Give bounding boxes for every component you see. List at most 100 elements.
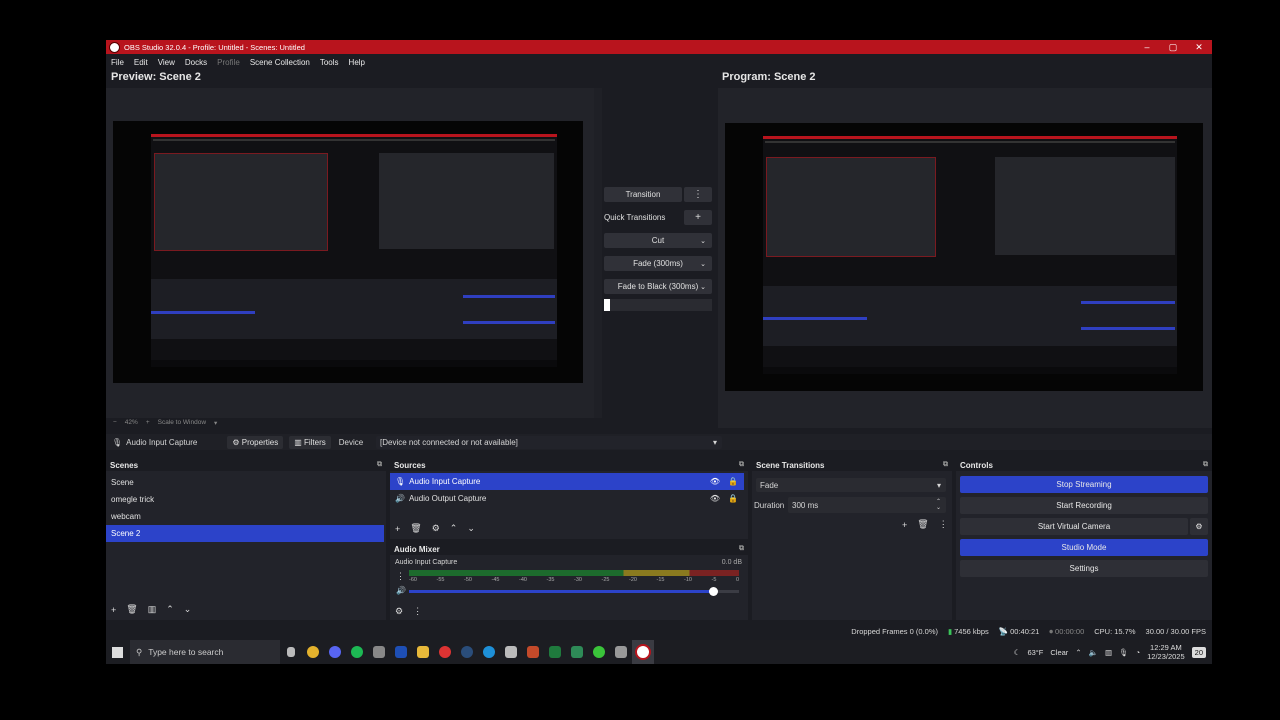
spotify-icon[interactable] [346,640,368,664]
fade-label: Fade (300ms) [633,259,683,268]
minimize-icon[interactable]: – [1134,42,1160,52]
app-icon[interactable] [500,640,522,664]
scene-item[interactable]: webcam [106,508,386,525]
transition-button[interactable]: Transition [604,187,682,202]
eye-icon[interactable]: 👁 [710,494,720,503]
popout-icon[interactable]: ⧉ [1203,461,1208,469]
scale-select[interactable]: Scale to Window [158,419,206,427]
chevron-down-icon: ⌄ [700,283,706,291]
stepper-icon[interactable]: ⌃ ⌄ [936,499,941,511]
move-down-icon[interactable]: ⌄ [184,604,192,615]
settings-button[interactable]: Settings [960,560,1208,577]
eye-icon[interactable]: 👁 [710,477,720,486]
device-select[interactable]: [Device not connected or not available] … [376,435,722,449]
gear-icon[interactable]: ⚙ [1190,518,1208,535]
app-icon[interactable] [368,640,390,664]
obs-taskbar-icon[interactable] [632,640,654,664]
menu-file[interactable]: File [111,58,124,67]
start-recording-button[interactable]: Start Recording [960,497,1208,514]
menu-scene-collection[interactable]: Scene Collection [250,58,310,67]
scene-item[interactable]: Scene [106,474,386,491]
scene-item[interactable]: omegle trick [106,491,386,508]
microphone-icon[interactable]: 🎙 [1119,648,1129,657]
volume-slider[interactable] [409,587,739,596]
popout-icon[interactable]: ⧉ [943,461,948,469]
windows-start-icon[interactable] [106,640,128,664]
add-source-icon[interactable]: + [395,524,400,534]
app-icon[interactable] [390,640,412,664]
cut-button[interactable]: Cut ⌄ [604,233,712,248]
app-icon[interactable] [566,640,588,664]
scene-item-selected[interactable]: Scene 2 [106,525,384,542]
app-icon[interactable] [610,640,632,664]
chevron-down-icon[interactable]: ▾ [214,419,217,427]
network-icon[interactable]: ▥ [1105,648,1112,657]
add-scene-icon[interactable]: + [111,605,116,615]
preview-canvas[interactable] [106,88,594,418]
menu-tools[interactable]: Tools [320,58,339,67]
menu-view[interactable]: View [158,58,175,67]
wifi-icon[interactable]: ◔ [1136,648,1141,657]
zoom-in-icon[interactable]: + [146,419,150,427]
app-icon[interactable] [588,640,610,664]
taskbar-search[interactable]: ⚲ Type here to search [130,640,280,664]
t-bar-slider[interactable] [604,299,712,311]
scene-filters-icon[interactable]: ▥ [148,604,157,615]
popout-icon[interactable]: ⧉ [739,461,744,469]
maximize-icon[interactable]: ▢ [1160,42,1186,53]
popout-icon[interactable]: ⧉ [739,545,744,553]
speaker-icon[interactable]: 🔈 [1089,648,1098,657]
studio-mode-button[interactable]: Studio Mode [960,539,1208,556]
mixer-menu-icon[interactable]: ⋮ [413,606,422,617]
filters-button[interactable]: ▥ Filters [289,435,331,449]
add-transition-icon[interactable]: + [902,520,907,530]
app-icon[interactable] [522,640,544,664]
lock-icon[interactable]: 🔒 [728,494,738,503]
duration-input[interactable]: 300 ms ⌃ ⌄ [788,497,946,513]
chrome-icon[interactable] [302,640,324,664]
move-down-icon[interactable]: ⌄ [467,523,475,534]
discord-icon[interactable] [324,640,346,664]
source-item[interactable]: 🔊 Audio Output Capture 👁 🔒 [390,490,748,507]
t-bar-handle[interactable] [604,299,610,311]
app-icon[interactable] [434,640,456,664]
app-icon[interactable] [478,640,500,664]
remove-scene-icon[interactable]: 🗑 [126,604,137,615]
task-view-icon[interactable] [280,640,302,664]
mixer-menu-icon[interactable]: ⋮ [396,571,405,582]
transition-menu-icon[interactable]: ⋮ [684,187,712,202]
move-up-icon[interactable]: ⌃ [450,523,458,534]
move-up-icon[interactable]: ⌃ [166,604,174,615]
zoom-out-icon[interactable]: − [113,419,117,427]
transition-type-select[interactable]: Fade ▾ [756,478,946,492]
menu-edit[interactable]: Edit [134,58,148,67]
source-item-selected[interactable]: 🎙 Audio Input Capture 👁 🔒 [390,473,744,490]
excel-icon[interactable] [544,640,566,664]
fade-to-black-button[interactable]: Fade to Black (300ms) ⌄ [604,279,712,294]
file-explorer-icon[interactable] [412,640,434,664]
close-icon[interactable]: ✕ [1186,42,1212,53]
weather-icon[interactable]: ☾ [1014,648,1021,657]
steam-icon[interactable] [456,640,478,664]
program-canvas [718,88,1212,428]
clock[interactable]: 12:29 AM 12/23/2025 [1147,643,1185,661]
start-virtual-camera-button[interactable]: Start Virtual Camera [960,518,1188,535]
stop-streaming-button[interactable]: Stop Streaming [960,476,1208,493]
fade-button[interactable]: Fade (300ms) ⌄ [604,256,712,271]
notification-icon[interactable]: 20 [1191,646,1206,658]
source-properties-icon[interactable]: ⚙ [432,523,440,534]
lock-icon[interactable]: 🔒 [728,477,738,486]
mixer-advanced-icon[interactable]: ⚙ [395,606,403,617]
remove-source-icon[interactable]: 🗑 [410,523,421,534]
remove-transition-icon[interactable]: 🗑 [917,519,928,530]
chevron-up-icon[interactable]: ⌃ [1075,648,1081,657]
speaker-icon[interactable]: 🔊 [396,586,406,595]
add-quick-transition-icon[interactable]: + [684,210,712,225]
transition-menu-icon[interactable]: ⋮ [939,519,948,530]
popout-icon[interactable]: ⧉ [377,461,382,469]
menu-profile[interactable]: Profile [217,58,240,67]
properties-button[interactable]: ⚙ Properties [227,435,284,449]
menu-help[interactable]: Help [349,58,365,67]
menu-docks[interactable]: Docks [185,58,207,67]
volume-slider-handle[interactable] [708,587,718,596]
